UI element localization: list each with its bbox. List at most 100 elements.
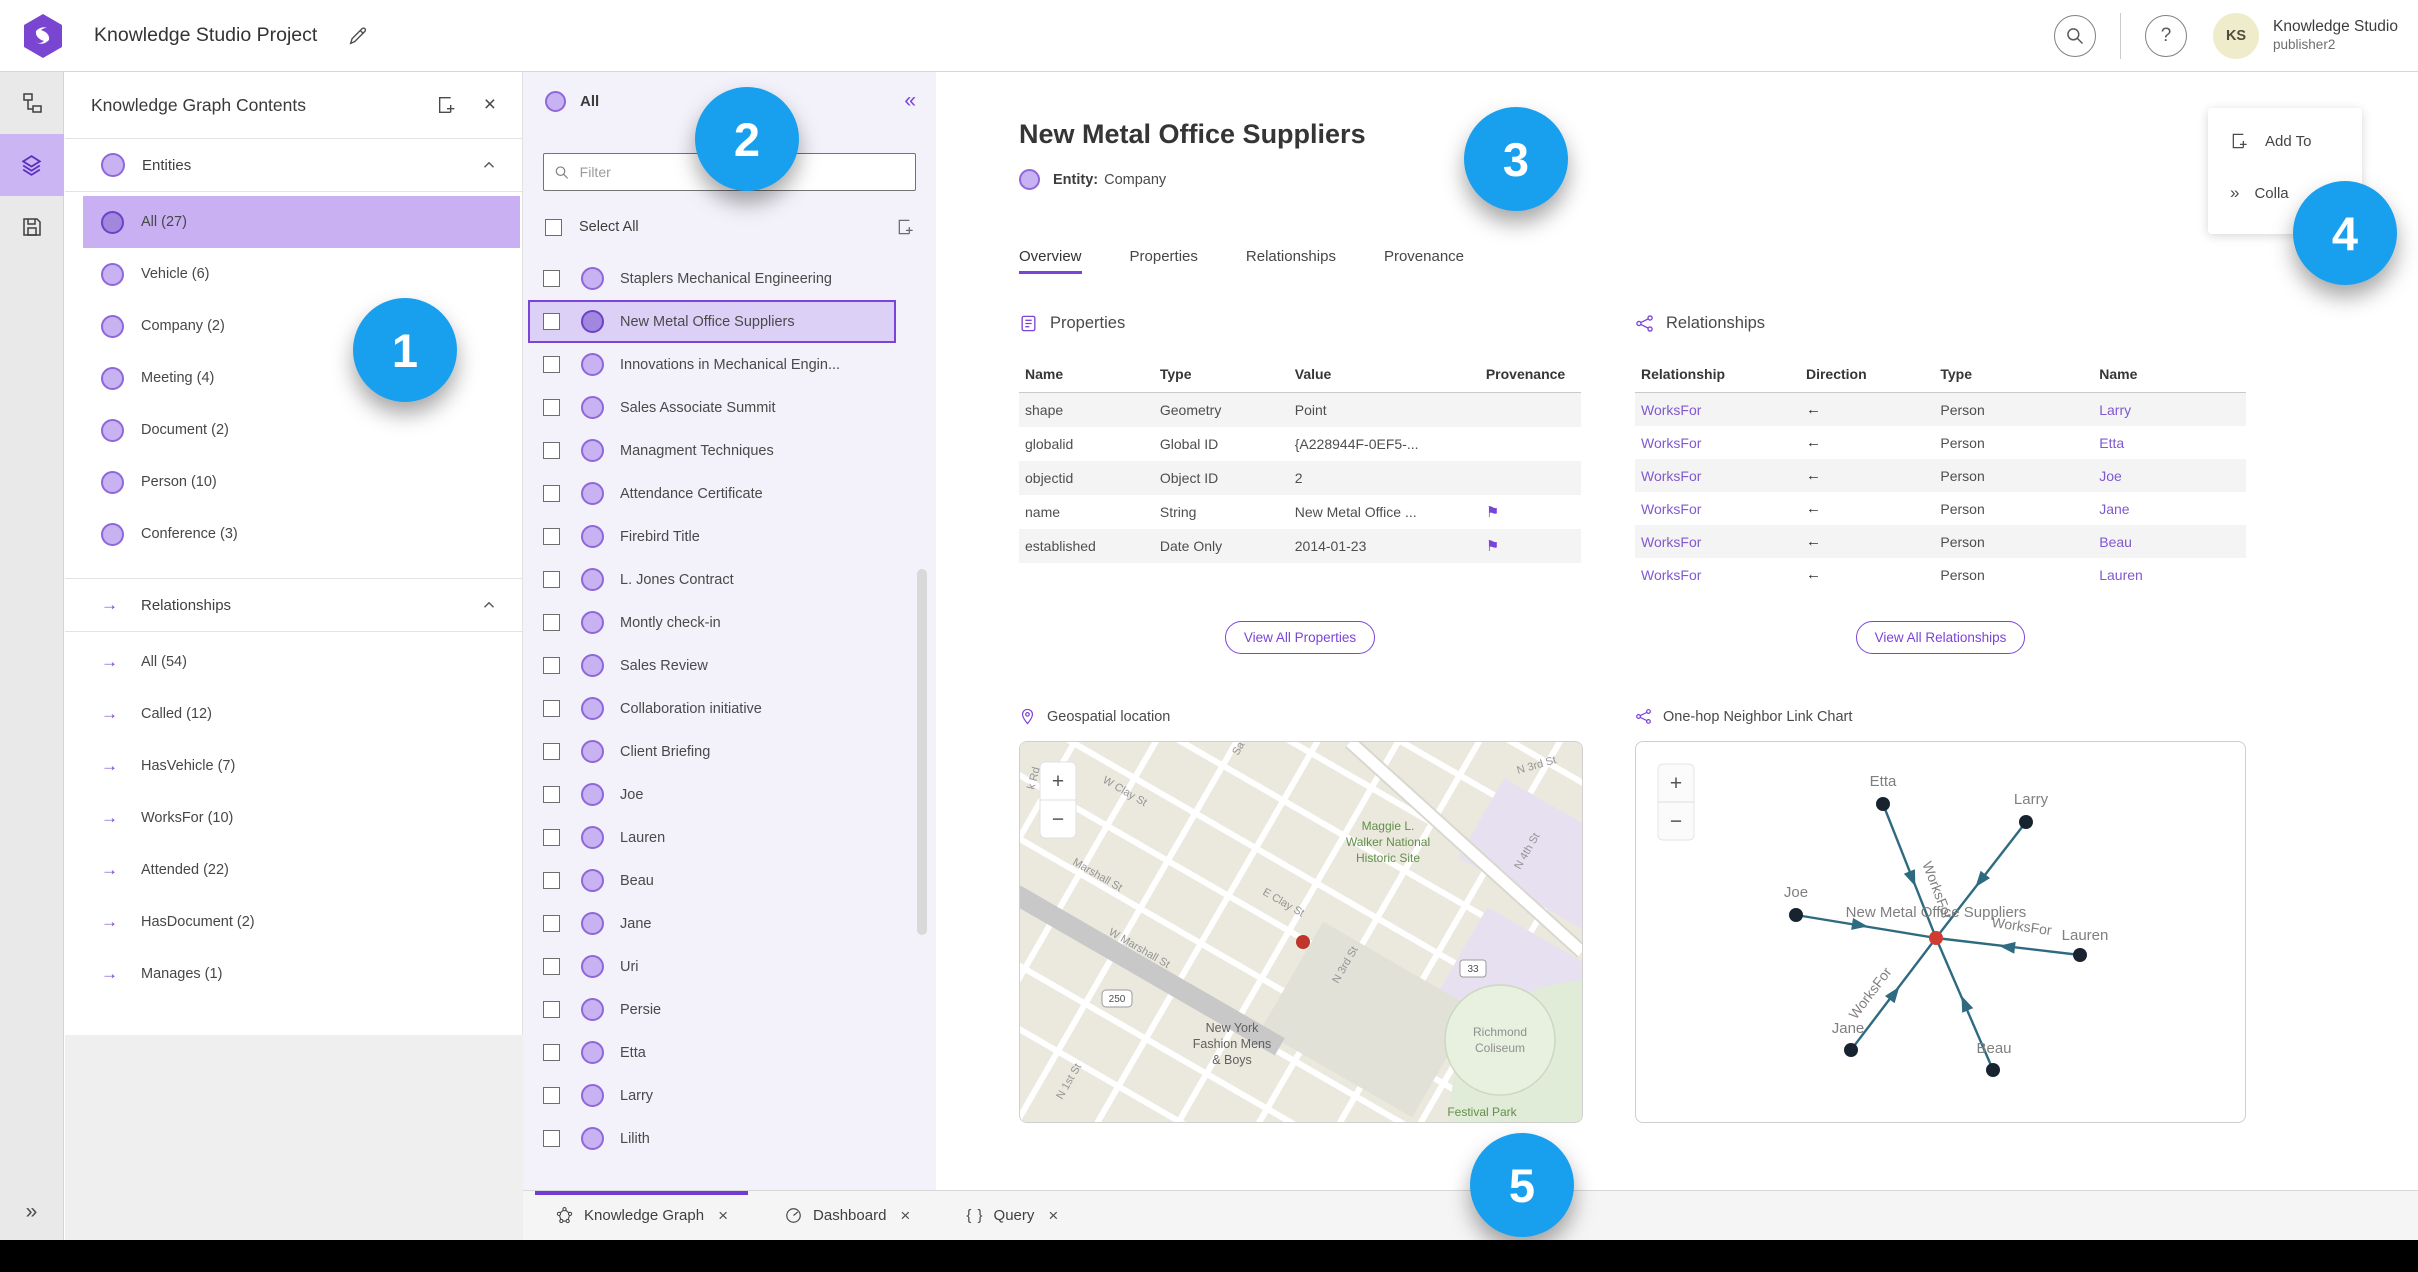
item-checkbox[interactable] (543, 786, 560, 803)
related-entity-link[interactable]: Beau (2093, 525, 2246, 558)
item-checkbox[interactable] (543, 442, 560, 459)
view-all-relationships-button[interactable]: View All Relationships (1855, 621, 2026, 654)
entity-list-item[interactable]: Beau (528, 859, 896, 902)
item-checkbox[interactable] (543, 1130, 560, 1147)
relationship-link[interactable]: WorksFor (1635, 492, 1800, 525)
entity-category-item[interactable]: Person (10) (83, 456, 520, 508)
close-tab-icon[interactable]: × (718, 1206, 728, 1226)
node-larry[interactable] (2019, 815, 2033, 829)
relationship-category-item[interactable]: → Attended (22) (83, 844, 520, 896)
item-checkbox[interactable] (543, 872, 560, 889)
expand-rail-icon[interactable]: » (26, 1200, 38, 1224)
item-checkbox[interactable] (543, 270, 560, 287)
node-lauren[interactable] (2073, 948, 2087, 962)
related-entity-link[interactable]: Joe (2093, 459, 2246, 492)
select-all-checkbox[interactable] (545, 218, 562, 236)
close-panel-icon[interactable]: × (484, 93, 496, 117)
entity-category-item[interactable]: Conference (3) (83, 508, 520, 560)
detail-tab[interactable]: Overview (1019, 248, 1082, 274)
help-button[interactable]: ? (2145, 14, 2188, 57)
chevron-up-icon[interactable] (480, 156, 498, 174)
relationship-category-item[interactable]: → All (54) (83, 636, 520, 688)
entity-list-item[interactable]: Firebird Title (528, 515, 896, 558)
entity-list-item[interactable]: Lilith (528, 1117, 896, 1160)
street-map[interactable]: k Rd Sa W Clay St Marshall St W Marshall… (1020, 742, 1582, 1122)
entity-list-item[interactable]: Joe (528, 773, 896, 816)
one-hop-link-chart[interactable]: WorksFor WorksFor WorksFor New Metal Off… (1636, 742, 2245, 1122)
relationship-link[interactable]: WorksFor (1635, 558, 1800, 591)
relationship-category-item[interactable]: → WorksFor (10) (83, 792, 520, 844)
entity-list-item[interactable]: New Metal Office Suppliers (528, 300, 896, 343)
entity-list-item[interactable]: Lauren (528, 816, 896, 859)
tab-knowledge-graph[interactable]: Knowledge Graph × (535, 1191, 748, 1241)
entity-list-item[interactable]: Persie (528, 988, 896, 1031)
search-button[interactable] (2054, 14, 2097, 57)
provenance-flag-icon[interactable] (1486, 504, 1499, 521)
provenance-flag-icon[interactable] (1486, 538, 1499, 555)
entities-section-header[interactable]: Entities (65, 138, 522, 192)
entity-list-item[interactable]: Sales Review (528, 644, 896, 687)
relationships-section-header[interactable]: → Relationships (65, 578, 522, 632)
item-checkbox[interactable] (543, 958, 560, 975)
item-checkbox[interactable] (543, 829, 560, 846)
item-checkbox[interactable] (543, 313, 560, 330)
app-logo-icon[interactable] (22, 13, 64, 59)
related-entity-link[interactable]: Lauren (2093, 558, 2246, 591)
relationship-category-item[interactable]: → Called (12) (83, 688, 520, 740)
related-entity-link[interactable]: Jane (2093, 492, 2246, 525)
relationship-link[interactable]: WorksFor (1635, 426, 1800, 459)
list-scrollbar[interactable] (917, 569, 927, 935)
center-node[interactable] (1929, 931, 1943, 945)
entity-list-item[interactable]: Staplers Mechanical Engineering (528, 257, 896, 300)
entity-list-item[interactable]: Innovations in Mechanical Engin... (528, 343, 896, 386)
entity-category-item[interactable]: All (27) (83, 196, 520, 248)
close-tab-icon[interactable]: × (1048, 1206, 1058, 1226)
close-tab-icon[interactable]: × (900, 1206, 910, 1226)
entity-list-item[interactable]: L. Jones Contract (528, 558, 896, 601)
rail-item-schema[interactable] (0, 72, 64, 134)
item-checkbox[interactable] (543, 657, 560, 674)
tab-dashboard[interactable]: Dashboard × (764, 1191, 930, 1241)
view-all-properties-button[interactable]: View All Properties (1224, 621, 1376, 654)
entity-list-item[interactable]: Managment Techniques (528, 429, 896, 472)
item-checkbox[interactable] (543, 571, 560, 588)
entity-list-item[interactable]: Etta (528, 1031, 896, 1074)
item-checkbox[interactable] (543, 485, 560, 502)
entity-list-item[interactable]: Jane (528, 902, 896, 945)
rail-item-save[interactable] (0, 196, 64, 258)
relationship-category-item[interactable]: → HasDocument (2) (83, 896, 520, 948)
related-entity-link[interactable]: Larry (2093, 393, 2246, 427)
entity-list-item[interactable]: Client Briefing (528, 730, 896, 773)
relationship-link[interactable]: WorksFor (1635, 393, 1800, 427)
relationship-category-item[interactable]: → Manages (1) (83, 948, 520, 1000)
relationship-category-item[interactable]: → HasVehicle (7) (83, 740, 520, 792)
relationship-link[interactable]: WorksFor (1635, 459, 1800, 492)
add-to-menu-item[interactable]: Add To (2230, 124, 2362, 158)
add-to-map-icon[interactable] (436, 94, 458, 116)
item-checkbox[interactable] (543, 356, 560, 373)
node-beau[interactable] (1986, 1063, 2000, 1077)
detail-tab[interactable]: Properties (1130, 248, 1198, 274)
item-checkbox[interactable] (543, 1001, 560, 1018)
entity-category-item[interactable]: Document (2) (83, 404, 520, 456)
related-entity-link[interactable]: Etta (2093, 426, 2246, 459)
tab-query[interactable]: { } Query × (946, 1191, 1078, 1241)
entity-list-item[interactable]: Larry (528, 1074, 896, 1117)
node-etta[interactable] (1876, 797, 1890, 811)
item-checkbox[interactable] (543, 1087, 560, 1104)
zoom-out-button[interactable]: − (1052, 808, 1064, 831)
chevron-up-icon[interactable] (480, 596, 498, 614)
item-checkbox[interactable] (543, 700, 560, 717)
item-checkbox[interactable] (543, 743, 560, 760)
user-block[interactable]: Knowledge Studio publisher2 (2273, 18, 2400, 52)
zoom-out-button[interactable]: − (1670, 810, 1682, 833)
entity-category-item[interactable]: Vehicle (6) (83, 248, 520, 300)
entity-list-item[interactable]: Sales Associate Summit (528, 386, 896, 429)
edit-title-icon[interactable] (347, 25, 369, 47)
item-checkbox[interactable] (543, 915, 560, 932)
entity-list-item[interactable]: Uri (528, 945, 896, 988)
detail-tab[interactable]: Relationships (1246, 248, 1336, 274)
item-checkbox[interactable] (543, 614, 560, 631)
entity-list-item[interactable]: Collaboration initiative (528, 687, 896, 730)
link-chart-panel[interactable]: WorksFor WorksFor WorksFor New Metal Off… (1635, 741, 2246, 1123)
